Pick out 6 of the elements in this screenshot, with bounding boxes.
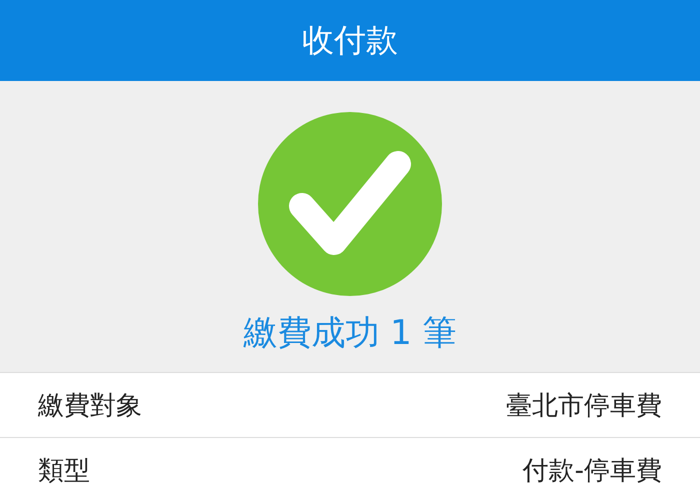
- result-message: 繳費成功 1 筆: [243, 312, 457, 355]
- detail-value: 臺北市停車費: [506, 390, 662, 422]
- page-title: 收付款: [302, 20, 398, 60]
- detail-label: 類型: [38, 454, 90, 488]
- detail-label: 繳費對象: [38, 390, 142, 422]
- detail-value: 付款-停車費: [522, 454, 662, 488]
